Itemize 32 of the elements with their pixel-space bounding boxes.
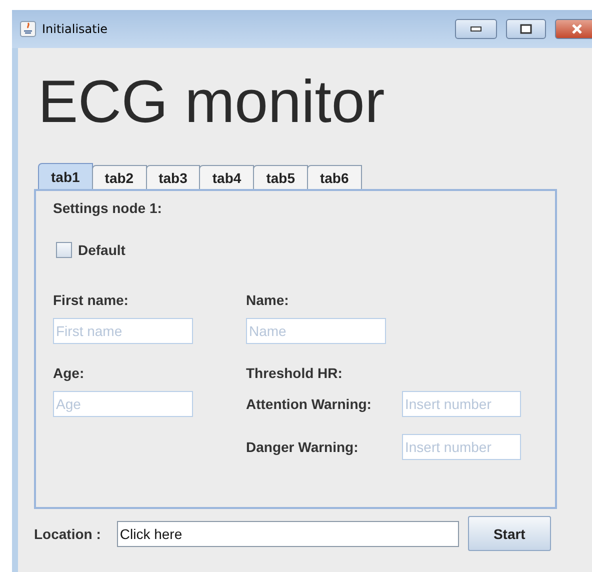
window-title: Initialisatie bbox=[42, 22, 108, 36]
maximize-button[interactable] bbox=[506, 19, 546, 39]
minimize-icon bbox=[470, 26, 482, 32]
field-label: Age: bbox=[53, 365, 86, 381]
section-title: Settings node 1: bbox=[53, 200, 163, 216]
close-icon bbox=[571, 24, 583, 34]
maximize-icon bbox=[520, 24, 532, 34]
tab[interactable]: tab6 bbox=[306, 165, 362, 189]
number-field[interactable]: Insert number bbox=[402, 434, 521, 460]
location-field[interactable]: Click here bbox=[116, 520, 459, 546]
field-label: First name: bbox=[53, 292, 130, 308]
number-field[interactable]: Insert number bbox=[402, 391, 521, 417]
tab[interactable]: tab1 bbox=[38, 163, 93, 189]
app-heading: ECG monitor bbox=[38, 72, 385, 132]
age-field[interactable]: Age bbox=[53, 391, 193, 417]
tab[interactable]: tab5 bbox=[253, 165, 308, 189]
tab[interactable]: tab3 bbox=[146, 165, 200, 189]
minimize-button[interactable] bbox=[455, 19, 497, 39]
field-label: Threshold HR: bbox=[246, 365, 344, 381]
checkbox-label: Default bbox=[78, 242, 126, 258]
tab[interactable]: tab2 bbox=[92, 165, 147, 189]
default-checkbox[interactable] bbox=[56, 242, 72, 258]
app-icon bbox=[20, 21, 36, 37]
close-button[interactable] bbox=[555, 19, 592, 39]
name-field[interactable]: Name bbox=[246, 318, 386, 344]
field-label: Name: bbox=[246, 292, 290, 308]
field-label: Attention Warning: bbox=[246, 396, 372, 412]
location-label: Location : bbox=[34, 526, 101, 542]
first-name-field[interactable]: First name bbox=[53, 318, 193, 344]
start-button[interactable]: Start bbox=[468, 516, 551, 551]
field-label: Danger Warning: bbox=[246, 439, 360, 455]
tab[interactable]: tab4 bbox=[199, 165, 254, 189]
